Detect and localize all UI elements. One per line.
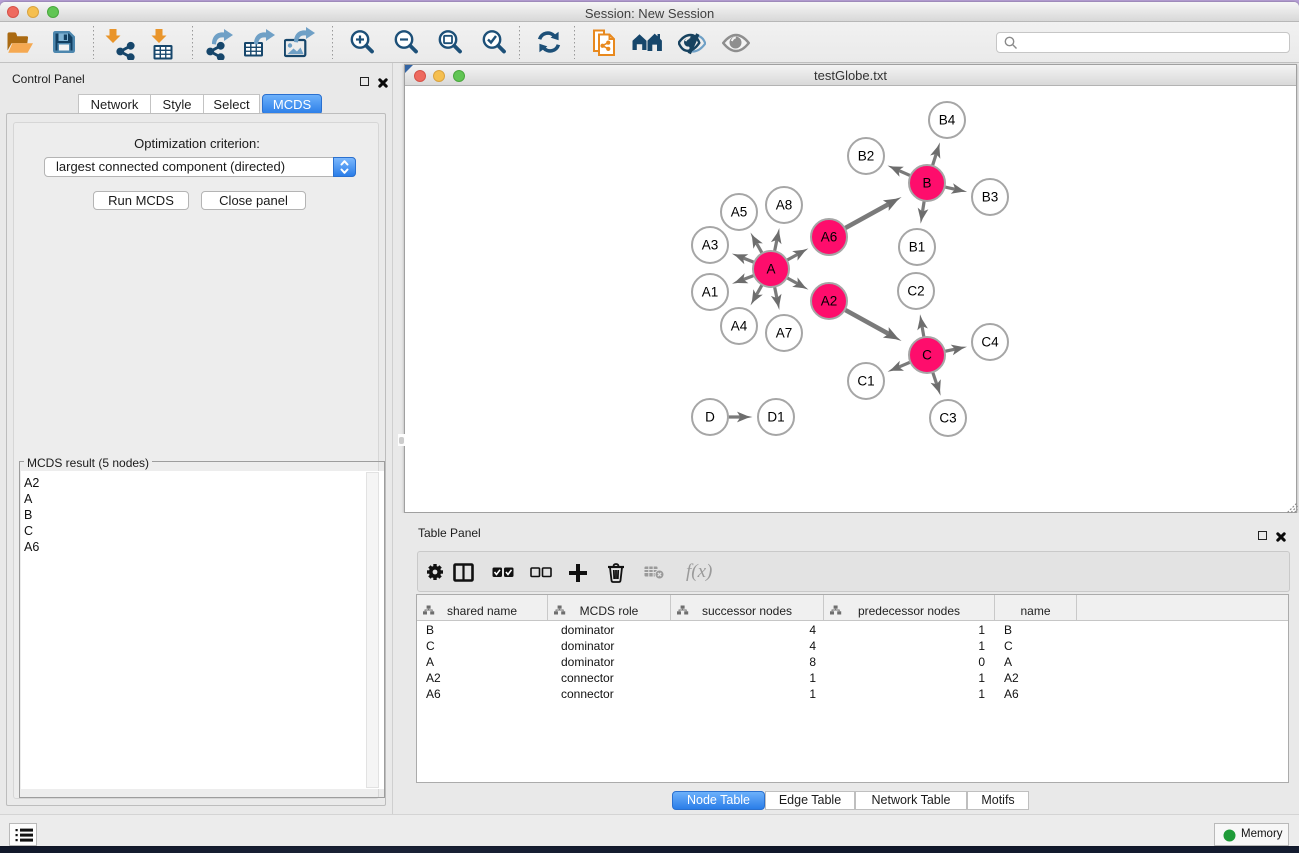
svg-text:A: A (766, 262, 775, 277)
svg-text:A2: A2 (821, 294, 838, 309)
svg-text:A6: A6 (821, 230, 838, 245)
svg-text:B1: B1 (909, 240, 926, 255)
svg-text:A7: A7 (776, 326, 793, 341)
svg-text:B2: B2 (858, 149, 875, 164)
svg-text:C1: C1 (857, 374, 874, 389)
svg-text:A3: A3 (702, 238, 719, 253)
svg-text:D1: D1 (767, 410, 784, 425)
svg-text:C3: C3 (939, 411, 956, 426)
svg-text:A8: A8 (776, 198, 793, 213)
svg-text:B: B (922, 176, 931, 191)
svg-text:C: C (922, 348, 932, 363)
svg-text:C4: C4 (981, 335, 999, 350)
svg-text:D: D (705, 410, 715, 425)
svg-text:B3: B3 (982, 190, 999, 205)
svg-text:B4: B4 (939, 113, 956, 128)
svg-text:A5: A5 (731, 205, 748, 220)
svg-text:A4: A4 (731, 319, 748, 334)
svg-text:A1: A1 (702, 285, 719, 300)
svg-text:C2: C2 (907, 284, 924, 299)
